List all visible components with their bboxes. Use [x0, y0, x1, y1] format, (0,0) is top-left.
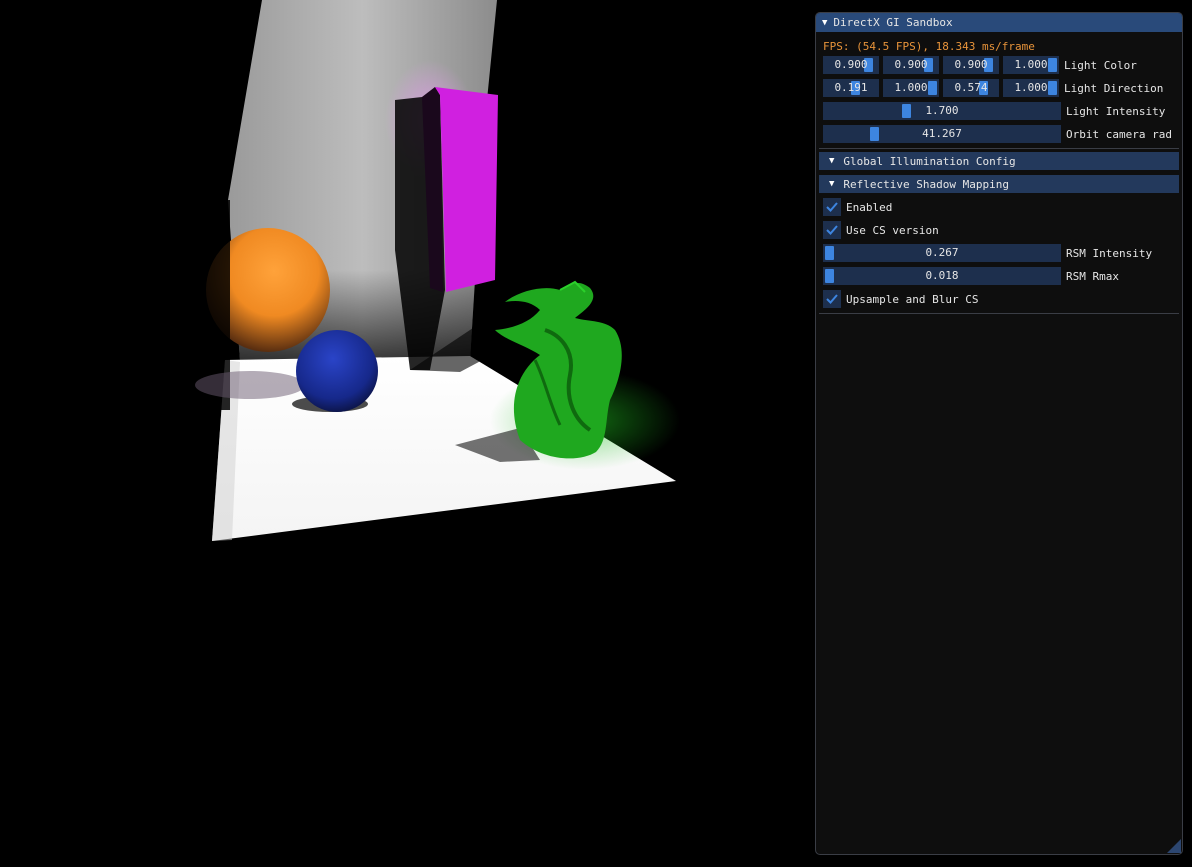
rsm-intensity-row: 0.267 RSM Intensity — [823, 244, 1152, 262]
fps-readout: FPS: (54.5 FPS), 18.343 ms/frame — [823, 40, 1035, 53]
rsm-intensity-label: RSM Intensity — [1066, 246, 1153, 260]
light-direction-x-slider[interactable]: 0.191 — [823, 79, 879, 97]
collapse-arrow-icon: ▼ — [829, 156, 835, 166]
directx-gi-sandbox-window[interactable]: ▼ DirectX GI Sandbox FPS: (54.5 FPS), 18… — [815, 12, 1183, 855]
rsm-enabled-checkbox[interactable]: Enabled — [823, 198, 892, 216]
light-intensity-row: 1.700 Light Intensity — [823, 102, 1165, 120]
light-intensity-label: Light Intensity — [1066, 104, 1166, 118]
light-color-g-slider[interactable]: 0.900 — [883, 56, 939, 74]
checkbox-box[interactable] — [823, 198, 841, 216]
orbit-camera-label: Orbit camera rad — [1066, 127, 1172, 141]
light-direction-z-slider[interactable]: 0.574 — [943, 79, 999, 97]
checkbox-box[interactable] — [823, 290, 841, 308]
checkmark-icon — [826, 202, 838, 212]
rsm-header-label: Reflective Shadow Mapping — [843, 177, 1009, 191]
light-direction-w-slider[interactable]: 1.000 — [1003, 79, 1059, 97]
rsm-rmax-label: RSM Rmax — [1066, 269, 1119, 283]
window-title: DirectX GI Sandbox — [833, 16, 953, 29]
separator — [819, 148, 1179, 149]
light-color-r-slider[interactable]: 0.900 — [823, 56, 879, 74]
gi-config-header-label: Global Illumination Config — [843, 154, 1016, 168]
light-direction-row: 0.191 1.000 0.574 1.000 Light Direction — [823, 79, 1163, 97]
gi-config-header[interactable]: ▼ Global Illumination Config — [819, 152, 1179, 170]
rsm-rmax-row: 0.018 RSM Rmax — [823, 267, 1119, 285]
separator — [819, 313, 1179, 314]
blue-sphere — [296, 330, 378, 412]
window-titlebar[interactable]: ▼ DirectX GI Sandbox — [816, 13, 1182, 32]
rsm-enabled-label: Enabled — [846, 200, 893, 214]
resize-grip-icon[interactable] — [1167, 839, 1181, 853]
upsample-blur-cs-label: Upsample and Blur CS — [846, 292, 979, 306]
use-cs-version-label: Use CS version — [846, 223, 939, 237]
light-color-a-slider[interactable]: 1.000 — [1003, 56, 1059, 74]
light-color-b-slider[interactable]: 0.900 — [943, 56, 999, 74]
upsample-blur-cs-checkbox[interactable]: Upsample and Blur CS — [823, 290, 978, 308]
rsm-header[interactable]: ▼ Reflective Shadow Mapping — [819, 175, 1179, 193]
light-direction-y-slider[interactable]: 1.000 — [883, 79, 939, 97]
checkmark-icon — [826, 225, 838, 235]
rsm-intensity-slider[interactable]: 0.267 — [823, 244, 1061, 262]
collapse-arrow-icon[interactable]: ▼ — [822, 18, 827, 28]
checkmark-icon — [826, 294, 838, 304]
checkbox-box[interactable] — [823, 221, 841, 239]
light-color-row: 0.900 0.900 0.900 1.000 Light Color — [823, 56, 1137, 74]
orbit-camera-row: 41.267 Orbit camera rad — [823, 125, 1172, 143]
collapse-arrow-icon: ▼ — [829, 179, 835, 189]
light-intensity-slider[interactable]: 1.700 — [823, 102, 1061, 120]
light-direction-label: Light Direction — [1064, 81, 1164, 95]
light-color-label: Light Color — [1064, 58, 1137, 72]
rsm-rmax-slider[interactable]: 0.018 — [823, 267, 1061, 285]
orbit-camera-radius-slider[interactable]: 41.267 — [823, 125, 1061, 143]
use-cs-version-checkbox[interactable]: Use CS version — [823, 221, 939, 239]
